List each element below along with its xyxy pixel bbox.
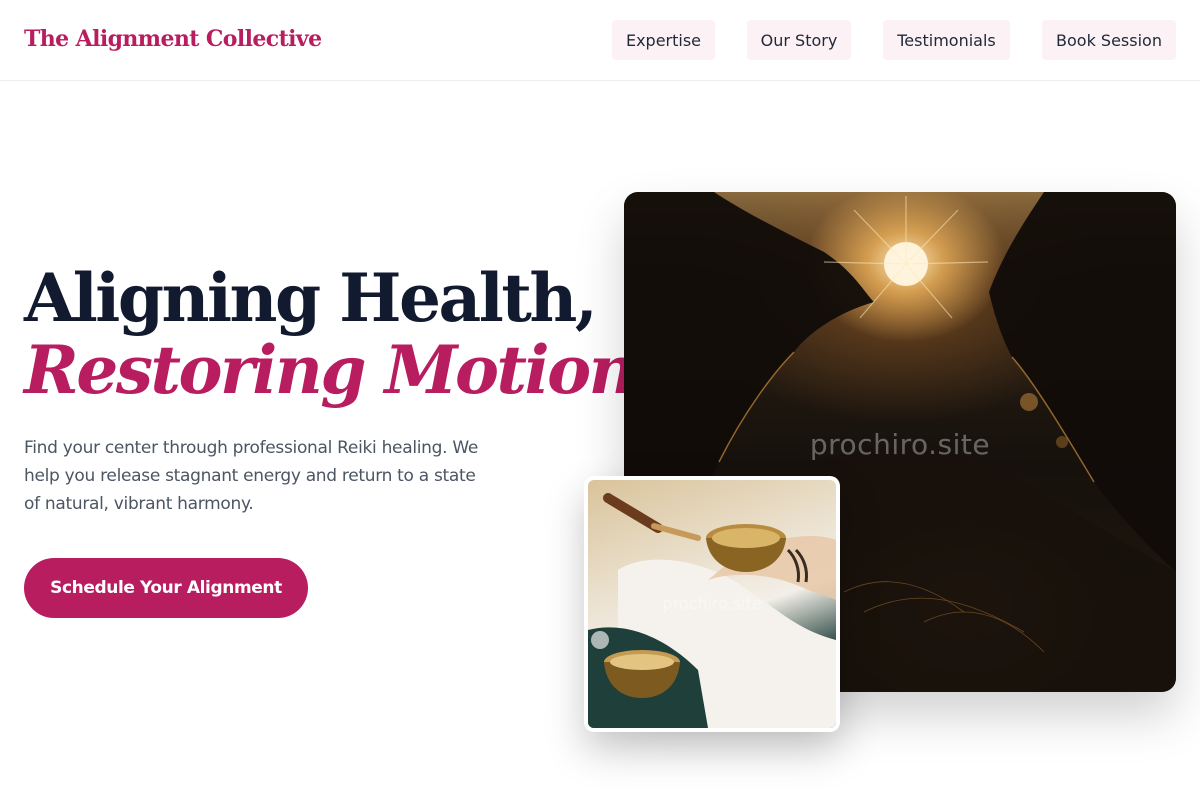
site-header: The Alignment Collective Expertise Our S…	[0, 0, 1200, 81]
nav-expertise[interactable]: Expertise	[612, 20, 715, 60]
watermark-text: prochiro.site	[809, 428, 991, 461]
singing-bowl-photo-inner: prochiro.site	[588, 480, 836, 728]
nav-testimonials[interactable]: Testimonials	[883, 20, 1010, 60]
inset-watermark-text: prochiro.site	[662, 594, 762, 613]
hero-description: Find your center through professional Re…	[24, 438, 479, 514]
nav-book-session[interactable]: Book Session	[1042, 20, 1176, 60]
hero-headline: Aligning Health, Restoring Motion.	[24, 259, 657, 409]
brand-logo[interactable]: The Alignment Collective	[24, 26, 322, 52]
headline-line-2: Restoring Motion.	[24, 331, 657, 409]
nav-our-story[interactable]: Our Story	[747, 20, 851, 60]
singing-bowl-photo: prochiro.site	[584, 476, 840, 732]
schedule-alignment-button[interactable]: Schedule Your Alignment	[24, 558, 308, 618]
headline-line-1: Aligning Health,	[24, 259, 598, 337]
